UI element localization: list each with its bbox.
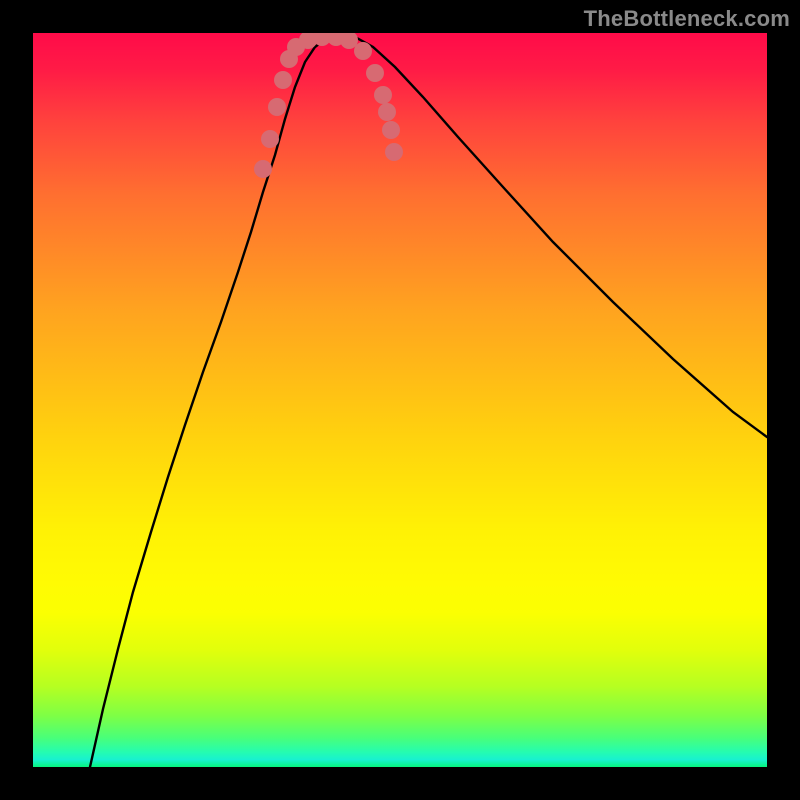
marker-dot bbox=[385, 143, 403, 161]
plot-area bbox=[33, 33, 767, 767]
marker-dot bbox=[268, 98, 286, 116]
marker-dot bbox=[354, 42, 372, 60]
marker-dot bbox=[274, 71, 292, 89]
marker-dot bbox=[382, 121, 400, 139]
marker-dot bbox=[261, 130, 279, 148]
bottleneck-curve bbox=[90, 33, 767, 767]
marker-dot bbox=[378, 103, 396, 121]
chart-frame: TheBottleneck.com bbox=[0, 0, 800, 800]
marker-dot bbox=[254, 160, 272, 178]
marker-dot bbox=[374, 86, 392, 104]
chart-svg bbox=[33, 33, 767, 767]
marker-dot bbox=[366, 64, 384, 82]
watermark-text: TheBottleneck.com bbox=[584, 6, 790, 32]
